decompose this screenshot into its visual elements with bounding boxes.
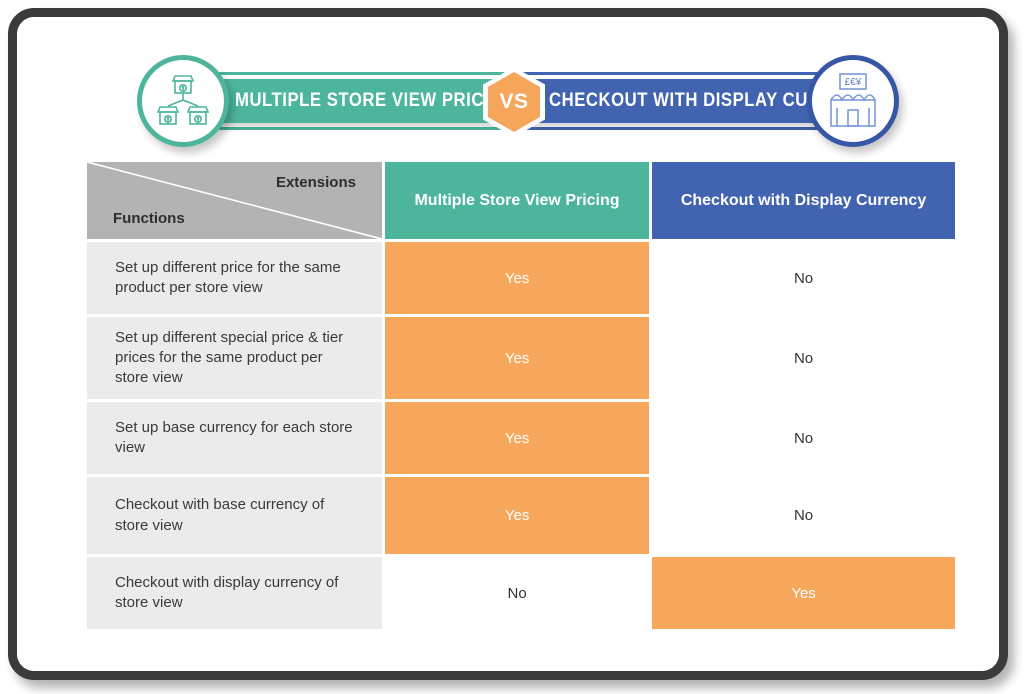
- vs-label: VS: [499, 90, 529, 113]
- function-label: Checkout with base currency of store vie…: [87, 477, 383, 554]
- vs-badge: VS: [483, 67, 545, 137]
- comparison-banner: MULTIPLE STORE VIEW PRICING CHECKOUT WIT…: [17, 55, 999, 160]
- column-header-multiple-store-view-pricing: Multiple Store View Pricing: [384, 162, 650, 239]
- value-cell: No: [385, 557, 650, 629]
- banner-right-bar: CHECKOUT WITH DISPLAY CURRENCY: [507, 72, 881, 130]
- column-header-checkout-with-display-currency: Checkout with Display Currency: [652, 162, 955, 239]
- value-cell: Yes: [385, 402, 650, 474]
- function-label: Set up different price for the same prod…: [87, 242, 383, 314]
- banner-right-inner: CHECKOUT WITH DISPLAY CURRENCY: [507, 79, 881, 123]
- value-cell: Yes: [385, 477, 650, 554]
- value-cell: No: [652, 242, 955, 314]
- value-cell: Yes: [385, 242, 650, 314]
- banner-left-inner: MULTIPLE STORE VIEW PRICING: [197, 79, 517, 123]
- value-cell: Yes: [385, 317, 650, 399]
- functions-label: Functions: [113, 210, 185, 227]
- banner-left-title: MULTIPLE STORE VIEW PRICING: [235, 90, 516, 111]
- banner-left-bar: MULTIPLE STORE VIEW PRICING: [197, 72, 517, 130]
- function-label: Set up base currency for each store view: [87, 402, 383, 474]
- table-row: Checkout with display currency of store …: [87, 557, 955, 629]
- value-cell: Yes: [652, 557, 955, 629]
- shop-with-currency-board-icon: £€¥: [807, 55, 899, 147]
- value-cell: No: [652, 402, 955, 474]
- value-cell: No: [652, 477, 955, 554]
- corner-header-cell: Extensions Functions: [87, 162, 382, 239]
- value-cell: No: [652, 317, 955, 399]
- table-row: Set up different price for the same prod…: [87, 242, 955, 314]
- table-row: Checkout with base currency of store vie…: [87, 477, 955, 554]
- table-row: Set up different special price & tier pr…: [87, 317, 955, 399]
- function-label: Set up different special price & tier pr…: [87, 317, 383, 399]
- comparison-table: Extensions Functions Multiple Store View…: [87, 162, 955, 632]
- table-row: Set up base currency for each store view…: [87, 402, 955, 474]
- page-surface: MULTIPLE STORE VIEW PRICING CHECKOUT WIT…: [17, 17, 999, 671]
- svg-text:£€¥: £€¥: [845, 77, 862, 88]
- table-header-row: Extensions Functions Multiple Store View…: [87, 162, 955, 239]
- three-connected-shops-icon: [137, 55, 229, 147]
- extensions-label: Extensions: [275, 174, 356, 191]
- outer-frame: MULTIPLE STORE VIEW PRICING CHECKOUT WIT…: [8, 8, 1008, 680]
- function-label: Checkout with display currency of store …: [87, 557, 383, 629]
